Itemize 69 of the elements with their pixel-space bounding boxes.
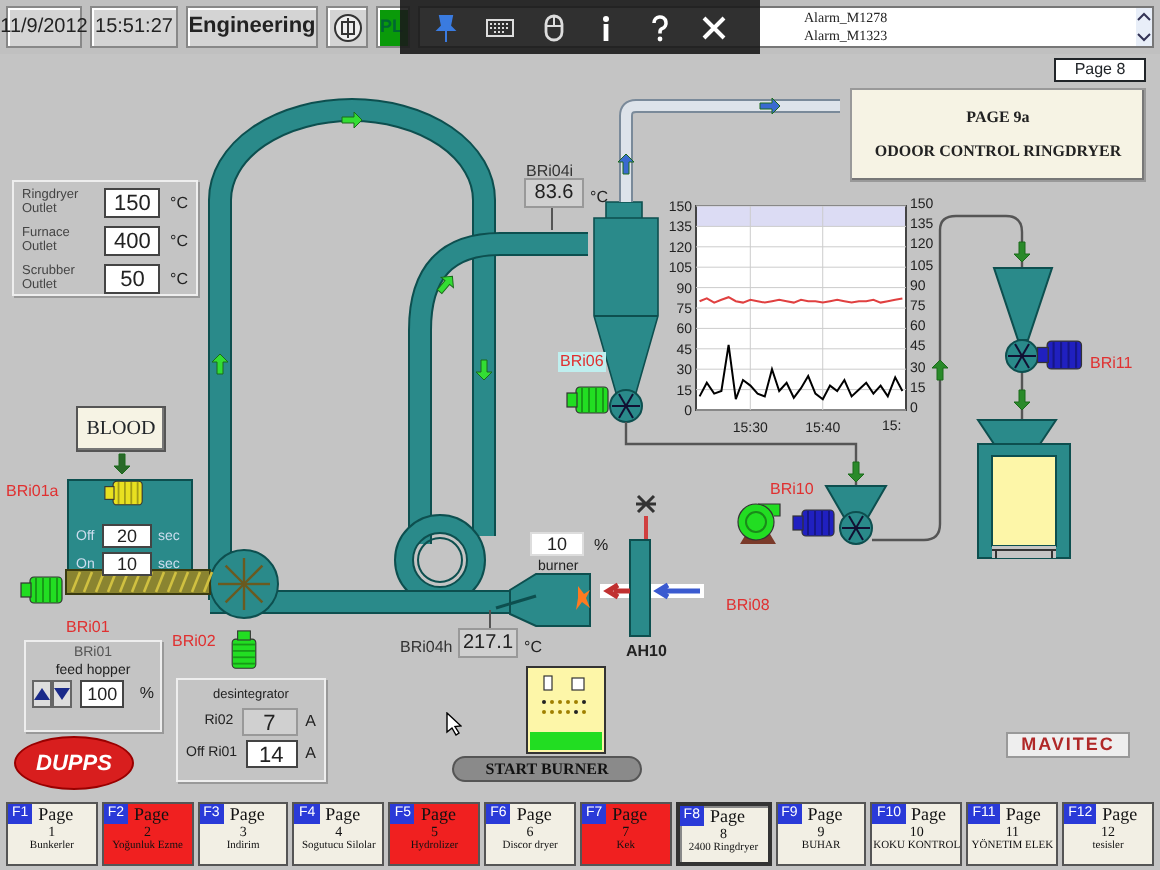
flow-arrow-icon (1013, 241, 1031, 263)
time-display: 15:51:27 (90, 6, 178, 48)
flow-arrow-icon (847, 461, 865, 483)
timer-field[interactable]: 10 (102, 552, 152, 576)
flow-arrow-icon (759, 97, 781, 115)
screen-title: ODOOR CONTROL RINGDRYER (872, 140, 1124, 164)
motor-icon[interactable] (1036, 340, 1084, 370)
blower-icon[interactable] (734, 502, 782, 546)
motor-icon[interactable] (792, 508, 836, 538)
unit-label: % (594, 534, 609, 558)
equipment-label: BRi01a (6, 482, 59, 502)
flow-arrow-icon (931, 359, 949, 381)
decrease-button[interactable] (52, 680, 73, 708)
blood-button[interactable]: BLOOD (76, 406, 166, 452)
current-display: 7 (241, 708, 298, 736)
pin-icon[interactable] (432, 13, 461, 41)
mouse-icon[interactable] (539, 13, 568, 41)
motor-icon[interactable] (566, 386, 610, 414)
motor-icon[interactable] (230, 630, 258, 670)
logo-button[interactable] (326, 6, 368, 48)
unit-label: A (305, 710, 316, 734)
current-field[interactable]: 14 (245, 740, 298, 768)
setpoint-field[interactable]: 150 (104, 188, 161, 218)
start-burner-button[interactable]: START BURNER (452, 756, 642, 782)
equipment-label: BRi08 (726, 596, 770, 616)
flow-arrow-icon (617, 153, 635, 175)
user-display: Engineering (186, 6, 318, 48)
close-icon[interactable] (699, 13, 728, 41)
dupps-logo: DUPPS (14, 736, 134, 790)
scrollbar-icon[interactable] (1136, 8, 1152, 46)
unit-label: °C (170, 229, 188, 253)
flow-arrow-icon (1013, 389, 1031, 411)
temperature-display: 217.1 (458, 628, 518, 658)
unit-label: °C (524, 636, 542, 660)
cursor-icon (446, 712, 462, 736)
burner-panel-icon[interactable] (526, 666, 606, 754)
equipment-label: BRi01 (66, 618, 110, 638)
equipment-label: BRi02 (172, 632, 216, 652)
motor-icon[interactable] (104, 480, 144, 506)
hopper-drawing (992, 267, 1054, 373)
heater-label: AH10 (626, 640, 667, 664)
equipment-label: BRi06 (558, 352, 606, 372)
keyboard-icon[interactable] (485, 13, 514, 41)
unit-label: A (305, 742, 316, 766)
mavitec-logo: MAVITEC (1006, 732, 1130, 758)
globe-icon (331, 11, 363, 43)
date-display: 11/9/2012 (6, 6, 82, 48)
down-triangle-icon (54, 686, 71, 702)
unit-label: % (139, 682, 154, 706)
increase-button[interactable] (32, 680, 53, 708)
timer-field[interactable]: 20 (102, 524, 152, 548)
level-field[interactable]: 100 (80, 680, 124, 708)
burner-field[interactable]: 10 (530, 532, 584, 556)
setpoint-field[interactable]: 400 (104, 226, 161, 256)
equipment-label: BRi11 (1090, 354, 1133, 374)
unit-label: °C (170, 267, 188, 291)
unit-label: °C (170, 191, 188, 215)
equipment-label: BRi10 (770, 480, 814, 500)
motor-icon[interactable] (20, 576, 64, 604)
temperature-display: 83.6 (524, 178, 584, 208)
unit-label: °C (590, 186, 608, 210)
setpoint-field[interactable]: 50 (104, 264, 161, 294)
page-number: Page 8 (1054, 58, 1146, 82)
page-title: PAGE 9a (964, 106, 1032, 130)
up-triangle-icon (34, 686, 51, 702)
sensor-label: BRi04h (400, 636, 453, 660)
sensor-label: BRi04i (526, 160, 574, 184)
bin-drawing (976, 419, 1071, 559)
flow-arrow-icon (113, 453, 131, 475)
